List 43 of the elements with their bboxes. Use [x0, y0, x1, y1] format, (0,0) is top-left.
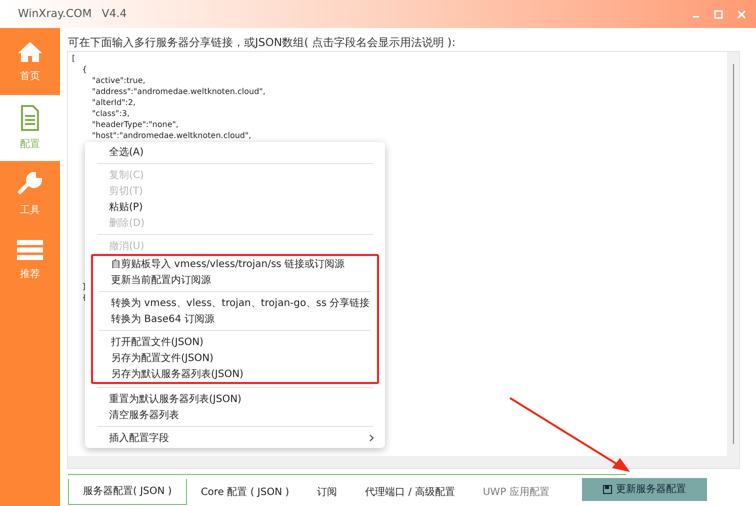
menu-item[interactable]: 清空服务器列表	[91, 407, 379, 423]
tab[interactable]: 订阅	[303, 479, 352, 505]
code-line: "headerType":"none",	[91, 119, 180, 130]
code-line: "address":"andromedae.weltknoten.cloud",	[91, 86, 266, 97]
tab[interactable]: UWP 应用配置	[468, 479, 564, 505]
update-server-config-button[interactable]: 更新服务器配置	[582, 478, 707, 501]
horizontal-scrollbar[interactable]	[68, 456, 739, 468]
save-icon	[603, 485, 612, 494]
menu-item[interactable]: 全选(A)	[91, 144, 379, 160]
code-line: {	[81, 64, 88, 75]
menu-item[interactable]: 转换为 vmess、vless、trojan、trojan-go、ss 分享链接	[93, 295, 377, 311]
sidebar-label: 推荐	[20, 268, 40, 282]
wrench-icon	[17, 170, 43, 196]
menu-item[interactable]: 更新当前配置内订阅源	[93, 272, 377, 288]
tab[interactable]: Core 配置 ( JSON )	[186, 479, 304, 505]
tab[interactable]: 服务器配置( JSON )	[68, 479, 187, 505]
instruction-text: 可在下面输入多行服务器分享链接，或JSON数组( 点击字段名会显示用法说明 ):	[68, 35, 456, 51]
menu-item[interactable]: 重置为默认服务器列表(JSON)	[91, 391, 379, 407]
menu-item[interactable]: 插入配置字段	[91, 430, 379, 446]
sidebar-label: 配置	[20, 138, 40, 152]
code-line: [	[71, 53, 76, 64]
server-icon	[16, 238, 44, 260]
chevron-right-icon	[369, 434, 375, 442]
version-label: V4.4	[102, 6, 127, 22]
menu-item[interactable]: 转换为 Base64 订阅源	[93, 311, 377, 327]
maximize-icon[interactable]	[714, 10, 723, 18]
menu-item[interactable]: 打开配置文件(JSON)	[93, 334, 377, 350]
menu-item[interactable]: 另存为配置文件(JSON)	[93, 350, 377, 366]
menu-item[interactable]: 粘贴(P)	[91, 199, 379, 215]
document-icon	[20, 104, 40, 130]
code-line: "class":3,	[91, 108, 131, 119]
sidebar-label: 首页	[20, 70, 40, 84]
menu-item[interactable]: 自剪贴板导入 vmess/vless/trojan/ss 链接或订阅源	[93, 256, 377, 272]
close-icon[interactable]	[737, 10, 746, 18]
code-line: "host":"andromedae.weltknoten.cloud",	[91, 130, 252, 141]
code-line: "active":true,	[91, 75, 146, 86]
menu-item[interactable]: 另存为默认服务器列表(JSON)	[93, 366, 377, 382]
home-icon	[17, 40, 43, 62]
vertical-scrollbar[interactable]	[727, 52, 739, 458]
code-line: "alterId":2,	[91, 97, 137, 108]
sidebar-label: 工具	[20, 204, 40, 218]
tab[interactable]: 代理端口 / 高级配置	[351, 479, 469, 505]
window-title: WinXray.COM	[18, 6, 92, 22]
